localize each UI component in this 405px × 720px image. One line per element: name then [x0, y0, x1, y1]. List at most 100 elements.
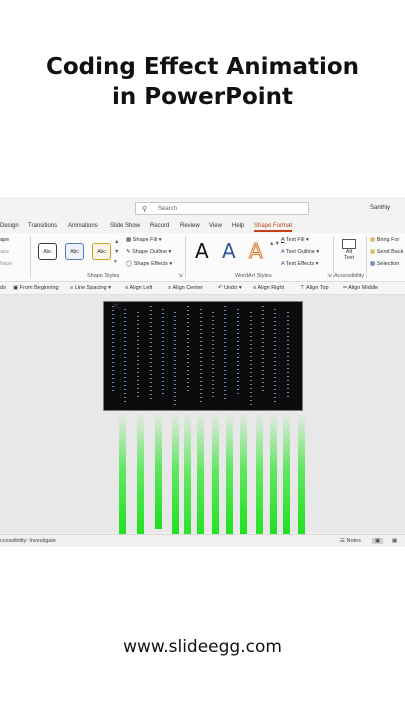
ribbon-tabs: Design Transitions Animations Slide Show… [0, 219, 405, 232]
shape-outline-button[interactable]: ✎ Shape Outline ▾ [126, 249, 171, 255]
slide-matrix-code[interactable] [103, 301, 303, 411]
shape-style-thumb-2[interactable]: Abc [65, 243, 84, 260]
title-bar: ⚲ Search Santhiy [0, 197, 405, 219]
text-outline-button[interactable]: A Text Outline ▾ [281, 249, 319, 255]
gallery-scroll-up-icon[interactable]: ▲ [114, 239, 119, 245]
gallery-more-icon[interactable]: ▾ [114, 259, 117, 265]
selection-pane-label: Selection [376, 261, 400, 267]
green-streak [212, 413, 219, 541]
shape-style-thumb-3[interactable]: Abc [92, 243, 111, 260]
slide-sorter-icon[interactable]: ▦ [392, 538, 397, 544]
green-streak [283, 413, 290, 535]
text-outline-icon: A [281, 249, 285, 255]
qat-align-top[interactable]: ⊤ Align Top [300, 285, 329, 291]
bring-forward-label: Bring For [376, 237, 400, 243]
accessibility-group-label: Accessibility [334, 273, 364, 279]
qat-from-beginning[interactable]: ▣ From Beginning [13, 285, 59, 291]
green-streak [270, 413, 277, 537]
align-right-label: Align Right [257, 285, 285, 291]
text-fill-button[interactable]: A Text Fill ▾ [281, 237, 309, 243]
from-beginning-label: From Beginning [19, 285, 59, 291]
qat-align-left[interactable]: ≡ Align Left [125, 285, 152, 291]
tab-record[interactable]: Record [150, 223, 169, 229]
shape-effects-button[interactable]: ◯ Shape Effects ▾ [126, 261, 172, 267]
search-icon: ⚲ [142, 206, 148, 213]
selection-pane-button[interactable]: ▩ Selection [370, 261, 399, 267]
text-outline-label: Text Outline [285, 249, 315, 255]
code-column [274, 309, 276, 404]
ribbon-divider [30, 236, 31, 278]
tab-design[interactable]: Design [0, 223, 19, 229]
green-streak [240, 413, 247, 535]
wordart-style-orange[interactable]: A [249, 239, 264, 264]
qat-align-center[interactable]: ≡ Align Center [168, 285, 203, 291]
tab-help[interactable]: Help [232, 223, 244, 229]
notes-button[interactable]: ☰ Notes [340, 538, 361, 544]
qat-undo[interactable]: ↶ Undo ▾ [218, 285, 242, 291]
text-effects-button[interactable]: A Text Effects ▾ [281, 261, 318, 267]
tab-view[interactable]: View [209, 223, 222, 229]
text-effects-icon: A [281, 261, 285, 267]
shape-fragment[interactable]: hape [0, 261, 12, 267]
accessibility-status[interactable]: ccessibility: Investigate [0, 538, 56, 544]
tab-shape-format[interactable]: Shape Format [254, 223, 293, 232]
insert-shape-fragment[interactable]: ape [0, 237, 9, 243]
qat-fragment[interactable]: do [0, 285, 6, 291]
status-bar: ccessibility: Investigate ☰ Notes ▣ ▦ [0, 534, 405, 547]
user-name[interactable]: Santhiy [370, 205, 390, 211]
shape-styles-group-label: Shape Styles [87, 273, 120, 279]
text-effects-label: Text Effects [285, 261, 315, 267]
video-title: Coding Effect Animation in PowerPoint [0, 52, 405, 112]
green-streak [197, 413, 204, 544]
shape-style-thumb-1[interactable]: Abc [38, 243, 57, 260]
normal-view-icon[interactable]: ▣ [372, 538, 384, 544]
send-backward-icon: ▩ [370, 249, 376, 255]
ribbon-divider [185, 236, 186, 278]
edit-shape-fragment[interactable]: ape [0, 249, 9, 255]
shape-styles-launcher-icon[interactable]: ⇲ [178, 273, 183, 279]
notes-icon: ☰ [340, 538, 345, 544]
tab-review[interactable]: Review [180, 223, 200, 229]
slide-editing-canvas[interactable] [0, 295, 405, 547]
tab-transitions[interactable]: Transitions [28, 223, 57, 229]
ribbon: ape ape hape Abc Abc Abc ▲ ▼ ▾ ▩ Shape F… [0, 233, 405, 282]
gallery-scroll-down-icon[interactable]: ▼ [114, 249, 119, 255]
wordart-scroll-icon[interactable]: ▲▼ [269, 241, 280, 247]
wordart-launcher-icon[interactable]: ⇲ [327, 273, 332, 279]
alt-text-button[interactable]: Alt Text [338, 237, 360, 269]
tab-slide-show[interactable]: Slide Show [110, 223, 140, 229]
align-top-label: Align Top [306, 285, 329, 291]
shape-fill-button[interactable]: ▩ Shape Fill ▾ [126, 237, 162, 243]
send-backward-label: Send Back [376, 249, 404, 255]
align-center-icon: ≡ [168, 285, 172, 291]
wordart-style-black[interactable]: A [195, 239, 209, 263]
code-column [162, 309, 164, 397]
wordart-group-label: WordArt Styles [235, 273, 272, 279]
tab-animations[interactable]: Animations [68, 223, 98, 229]
qat-align-middle[interactable]: ═ Align Middle [343, 285, 378, 291]
ribbon-divider [333, 236, 334, 278]
green-streak [155, 413, 162, 529]
undo-icon: ↶ [218, 285, 223, 291]
code-column [212, 312, 214, 400]
qat-align-right[interactable]: ≡ Align Right [253, 285, 284, 291]
bring-forward-button[interactable]: ▩ Bring For [370, 237, 399, 243]
align-right-icon: ≡ [253, 285, 257, 291]
align-top-icon: ⊤ [300, 285, 305, 291]
green-streak [119, 413, 126, 539]
notes-label: Notes [346, 538, 361, 544]
qat-line-spacing[interactable]: ≡ Line Spacing ▾ [70, 285, 111, 291]
align-left-label: Align Left [129, 285, 153, 291]
text-fill-label: Text Fill [285, 237, 305, 243]
slideshow-icon: ▣ [13, 285, 19, 291]
search-placeholder: Search [158, 206, 178, 212]
align-center-label: Align Center [172, 285, 203, 291]
search-box[interactable]: ⚲ Search [135, 202, 309, 215]
green-streak [298, 413, 305, 537]
code-column [250, 312, 252, 407]
website-url: www.slideegg.com [123, 637, 282, 657]
send-backward-button[interactable]: ▩ Send Back [370, 249, 403, 255]
ribbon-divider [366, 236, 367, 278]
wordart-style-blue[interactable]: A [222, 239, 236, 263]
code-column [224, 306, 226, 401]
